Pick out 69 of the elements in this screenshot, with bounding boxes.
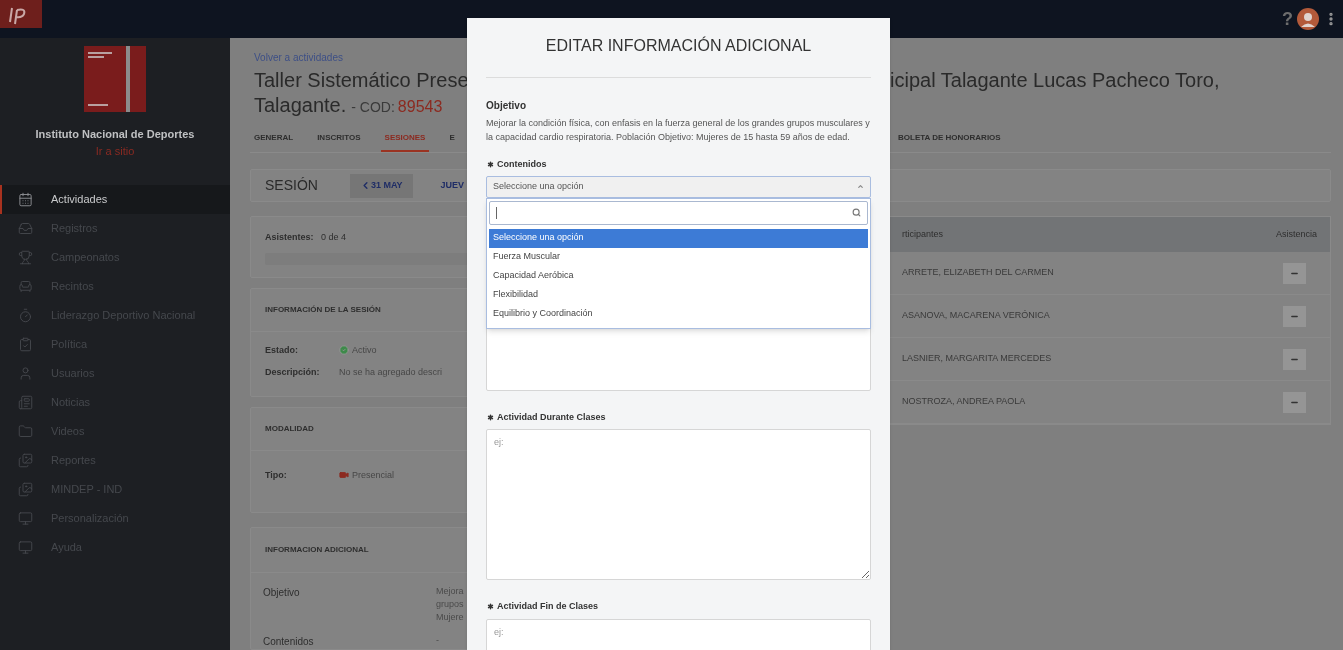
course-code: 89543 [397, 97, 443, 117]
monitor-icon [18, 540, 33, 555]
check-circle-icon [339, 345, 349, 356]
caret-icon [857, 183, 864, 190]
field-value: - [436, 634, 439, 647]
tab[interactable]: BOLETA DE HONORARIOS [894, 128, 1005, 152]
trophy-icon [18, 250, 33, 265]
folder-icon [18, 424, 33, 439]
seat-icon [18, 279, 33, 294]
tab[interactable]: INSCRITOS [313, 128, 365, 152]
app-logo [0, 0, 42, 28]
field-value: 0 de 4 [321, 231, 347, 244]
code-label: - COD: [351, 98, 395, 117]
newspaper-icon [18, 395, 33, 410]
attendance-button[interactable] [1283, 262, 1306, 284]
attendance-button[interactable] [1283, 305, 1306, 327]
field-label: Actividad Fin de Clases [497, 600, 599, 613]
page-title: Taller Sistemático Prese [254, 68, 470, 93]
user-icon [18, 366, 33, 381]
dropdown-option[interactable]: Fuerza Muscular [489, 247, 868, 267]
search-icon [852, 208, 861, 217]
tab[interactable]: GENERAL [250, 128, 298, 152]
next-date-link[interactable]: JUEV [440, 178, 465, 193]
text-area[interactable]: ej: [486, 618, 871, 650]
dropdown-option[interactable]: Seleccione una opción [489, 228, 868, 248]
org-name: Instituto Nacional de Deportes [35, 127, 195, 142]
column-header: rticipantes [902, 227, 944, 241]
dropdown-option[interactable]: Capacidad Aeróbica [489, 266, 868, 286]
calendar-icon [18, 192, 33, 207]
dialog-title: EDITAR INFORMACIÓN ADICIONAL [486, 18, 871, 78]
tray-icon [18, 221, 33, 236]
clipboard-icon [18, 337, 33, 352]
help-link[interactable]: ? [1282, 5, 1293, 33]
field-label: Contenidos [497, 158, 547, 171]
field-label: Descripción: [265, 366, 321, 379]
participant-name: LASNIER, MARGARITA MERCEDES [902, 352, 1052, 366]
attendance-button[interactable] [1283, 391, 1306, 413]
text-area[interactable]: ej: [486, 429, 871, 580]
stopwatch-icon [18, 308, 33, 323]
images-icon [18, 482, 33, 497]
participant-name: ARRETE, ELIZABETH DEL CARMEN [902, 266, 1054, 280]
tab[interactable]: SESIONES [380, 128, 430, 152]
field-label: Asistentes: [265, 231, 315, 244]
objective-text: Mejorar la condición física, con enfasis en la fuerza general de los grandes grupos musculares y la capacidad cardio respiratoria. Población Objetivo: Mujeres de 15 hasta 59 años de edad. [486, 117, 871, 144]
field-label: Objetivo [486, 99, 527, 113]
previous-date-button[interactable]: 31 MAY [349, 173, 413, 198]
select-field[interactable]: Seleccione una opción [486, 175, 871, 198]
field-label: Tipo: [265, 468, 288, 482]
participant-name: NOSTROZA, ANDREA PAOLA [902, 395, 1026, 409]
page-title: icipal Talagante Lucas Pacheco Toro, [890, 68, 1220, 93]
text-cursor-icon [496, 206, 497, 219]
field-label: Actividad Durante Clases [497, 410, 606, 424]
tab[interactable]: E [445, 128, 459, 152]
search-field[interactable] [489, 200, 868, 225]
site-link[interactable]: Ir a sitio [95, 142, 135, 159]
section-title: SESIÓN [265, 176, 318, 195]
sidebar-item[interactable]: Actividades [0, 185, 230, 214]
page-title: Talagante. [254, 93, 347, 118]
attendance-button[interactable] [1283, 348, 1306, 370]
logo-icon [84, 46, 146, 112]
field-label: Objetivo [263, 586, 301, 600]
monitor-icon [18, 511, 33, 526]
video-camera-icon [339, 470, 349, 481]
images-icon [18, 453, 33, 468]
column-header: Asistencia [1275, 227, 1317, 241]
avatar-icon[interactable] [1297, 8, 1319, 30]
field-label: Estado: [265, 343, 299, 357]
field-label: Contenidos [263, 635, 315, 649]
participant-name: ASANOVA, MACARENA VERÓNICA [902, 309, 1050, 323]
